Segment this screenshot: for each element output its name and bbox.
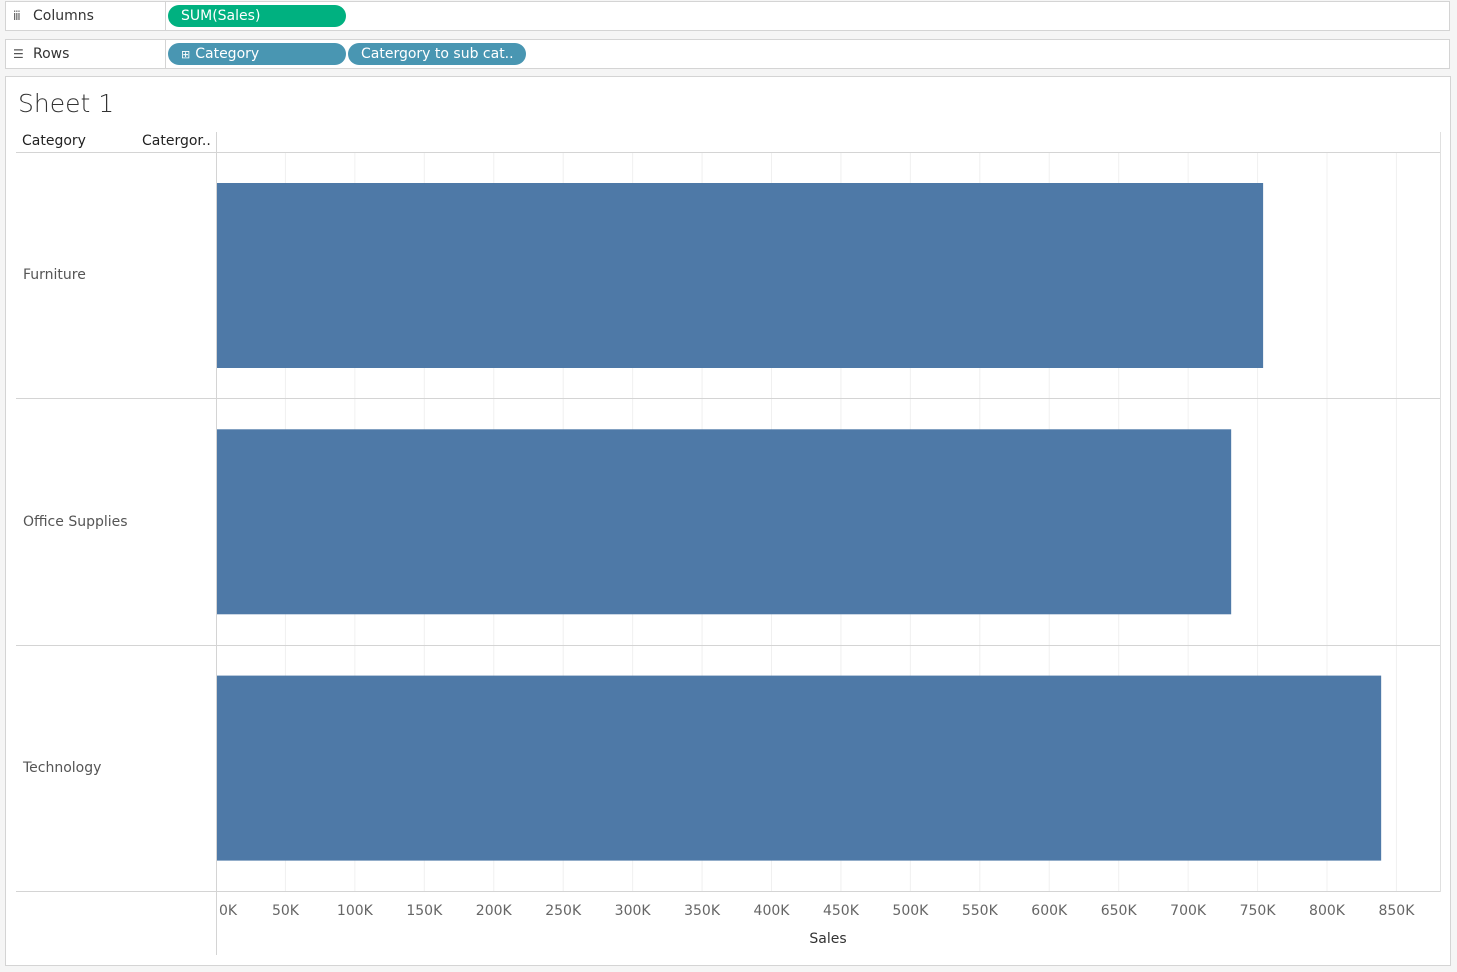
x-tick-label: 550K xyxy=(962,903,999,919)
bar-furniture xyxy=(217,183,1264,368)
bar-technology xyxy=(217,675,1382,861)
x-tick-label: 400K xyxy=(754,903,791,919)
bar-office-supplies xyxy=(217,429,1232,615)
x-tick-label: 250K xyxy=(545,903,582,919)
x-tick-label: 700K xyxy=(1170,903,1207,919)
bar-chart: 0K 50K 100K 150K 200K 250K 300K 350K 400K 450K 500… xyxy=(16,132,1441,955)
x-tick-label: 300K xyxy=(615,903,652,919)
x-tick-label: 350K xyxy=(684,903,721,919)
x-tick-label: 150K xyxy=(406,903,443,919)
x-tick-label: 500K xyxy=(892,903,929,919)
x-axis-title: Sales xyxy=(809,931,846,947)
x-tick-label: 50K xyxy=(272,903,300,919)
x-tick-label: 600K xyxy=(1031,903,1068,919)
x-tick-label: 850K xyxy=(1378,903,1415,919)
x-tick-label: 450K xyxy=(823,903,860,919)
x-tick-label: 100K xyxy=(337,903,374,919)
x-tick-label: 200K xyxy=(476,903,513,919)
x-tick-label: 0K xyxy=(219,903,238,919)
x-tick-label: 800K xyxy=(1309,903,1346,919)
x-tick-label: 650K xyxy=(1101,903,1138,919)
x-tick-label: 750K xyxy=(1240,903,1277,919)
